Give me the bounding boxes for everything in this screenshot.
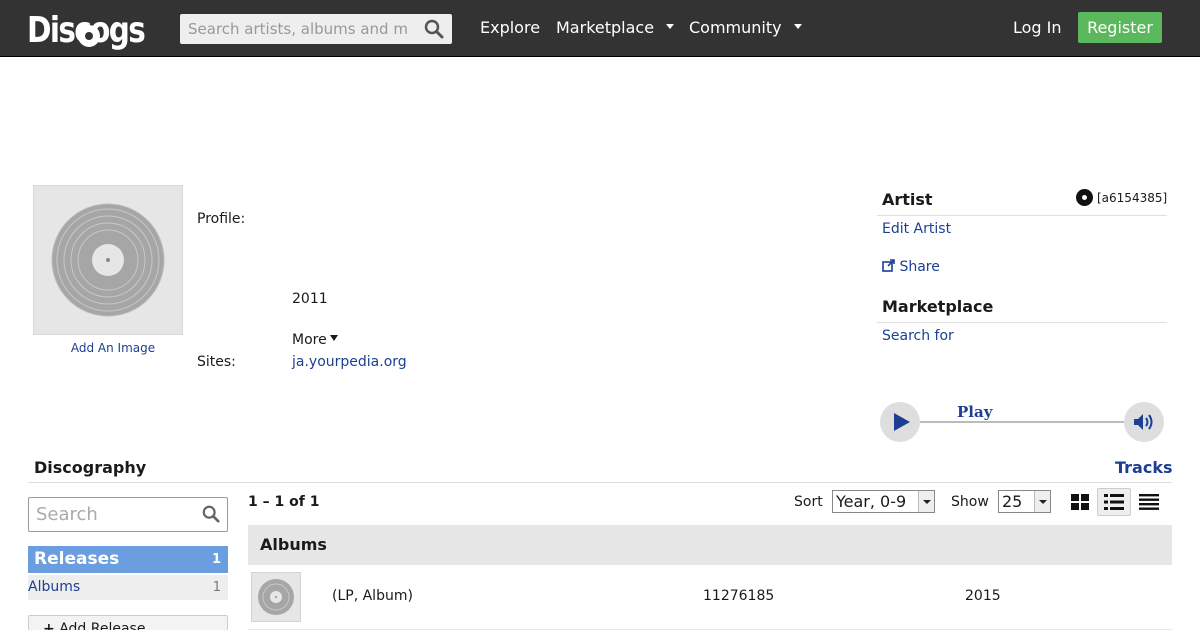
grid-view-button[interactable]: [1063, 488, 1097, 516]
nav-marketplace-label: Marketplace: [556, 18, 655, 37]
release-thumbnail[interactable]: [251, 572, 301, 622]
releases-tab[interactable]: Releases 1: [28, 546, 228, 573]
discography-search: [28, 497, 228, 532]
release-year: 2015: [965, 588, 1001, 604]
site-link[interactable]: ja.yourpedia.org: [292, 354, 407, 370]
artist-id: [a6154385]: [1097, 190, 1168, 205]
discogs-logo[interactable]: Discogs: [27, 8, 170, 52]
edit-artist-link[interactable]: Edit Artist: [882, 221, 951, 237]
pagination-summary: 1 – 1 of 1: [248, 494, 320, 510]
sort-label: Sort: [794, 494, 823, 510]
albums-filter-label: Albums: [28, 579, 81, 595]
table-row[interactable]: (LP, Album) 11276185 2015: [248, 566, 1172, 630]
nav-community[interactable]: Community: [689, 17, 802, 39]
login-link[interactable]: Log In: [1013, 17, 1062, 39]
discography-search-input[interactable]: [29, 498, 194, 531]
albums-filter[interactable]: Albums 1: [28, 575, 228, 600]
chevron-down-icon: [666, 24, 675, 29]
site-header: Discogs Explore Marketplace Community Lo…: [0, 0, 1200, 57]
compact-view-button[interactable]: [1132, 488, 1166, 516]
more-toggle[interactable]: More: [292, 332, 338, 348]
site-search: [180, 14, 452, 44]
search-for-link[interactable]: Search for: [882, 328, 954, 344]
chevron-down-icon: [793, 24, 802, 29]
releases-count: 1: [211, 552, 221, 567]
compact-list-icon: [1139, 494, 1159, 510]
add-release-label: Add Release: [59, 621, 146, 630]
volume-button[interactable]: [1124, 402, 1164, 442]
albums-filter-count: 1: [212, 580, 221, 595]
player-track-line: [918, 421, 1128, 423]
nav-explore-label: Explore: [480, 18, 541, 37]
site-search-input[interactable]: [180, 14, 416, 44]
divider: [28, 482, 1172, 483]
profile-label: Profile:: [197, 211, 246, 227]
vinyl-record-icon: [258, 579, 294, 615]
list-view-button[interactable]: [1097, 488, 1131, 516]
sort-select[interactable]: Year, 0-9: [832, 490, 935, 513]
chevron-down-icon: [918, 491, 934, 512]
show-label: Show: [951, 494, 989, 510]
artist-id-badge: [a6154385]: [1076, 189, 1167, 206]
artist-heading: Artist: [882, 190, 933, 209]
play-icon: [894, 413, 910, 431]
play-label[interactable]: Play: [957, 403, 992, 421]
nav-explore[interactable]: Explore: [480, 17, 540, 39]
nav-marketplace[interactable]: Marketplace: [556, 17, 675, 39]
play-button[interactable]: [880, 402, 920, 442]
tracks-link[interactable]: Tracks: [1115, 458, 1173, 477]
plus-icon: +: [43, 621, 55, 630]
share-label: Share: [899, 259, 940, 275]
show-value: 25: [1002, 492, 1023, 511]
search-icon[interactable]: [202, 505, 220, 523]
grid-icon: [1071, 494, 1089, 510]
artist-image-placeholder[interactable]: [33, 185, 183, 335]
divider: [877, 322, 1167, 323]
nav-community-label: Community: [689, 18, 782, 37]
share-icon: [882, 259, 895, 272]
share-link[interactable]: Share: [882, 259, 940, 275]
volume-icon: [1134, 414, 1153, 430]
releases-label: Releases: [34, 549, 120, 569]
more-label: More: [292, 332, 327, 348]
vinyl-record-icon: [51, 203, 165, 317]
release-format: (LP, Album): [332, 588, 413, 604]
chevron-down-icon: [1034, 491, 1050, 512]
divider: [877, 215, 1167, 216]
add-image-link[interactable]: Add An Image: [33, 341, 193, 355]
caret-down-icon: [329, 335, 338, 341]
marketplace-heading: Marketplace: [882, 297, 994, 316]
discography-heading: Discography: [34, 458, 147, 477]
sites-label: Sites:: [197, 354, 236, 370]
profile-year: 2011: [292, 291, 328, 307]
release-catalog-number: 11276185: [703, 588, 775, 604]
show-select[interactable]: 25: [998, 490, 1051, 513]
search-icon[interactable]: [424, 19, 444, 39]
add-release-button[interactable]: + Add Release: [28, 615, 228, 630]
register-button[interactable]: Register: [1078, 12, 1162, 43]
discogs-badge-icon: [1076, 189, 1093, 206]
albums-section-heading: Albums: [248, 525, 1172, 565]
list-icon: [1104, 494, 1124, 510]
sort-value: Year, 0-9: [836, 492, 907, 511]
logo-record-icon: [78, 25, 100, 47]
